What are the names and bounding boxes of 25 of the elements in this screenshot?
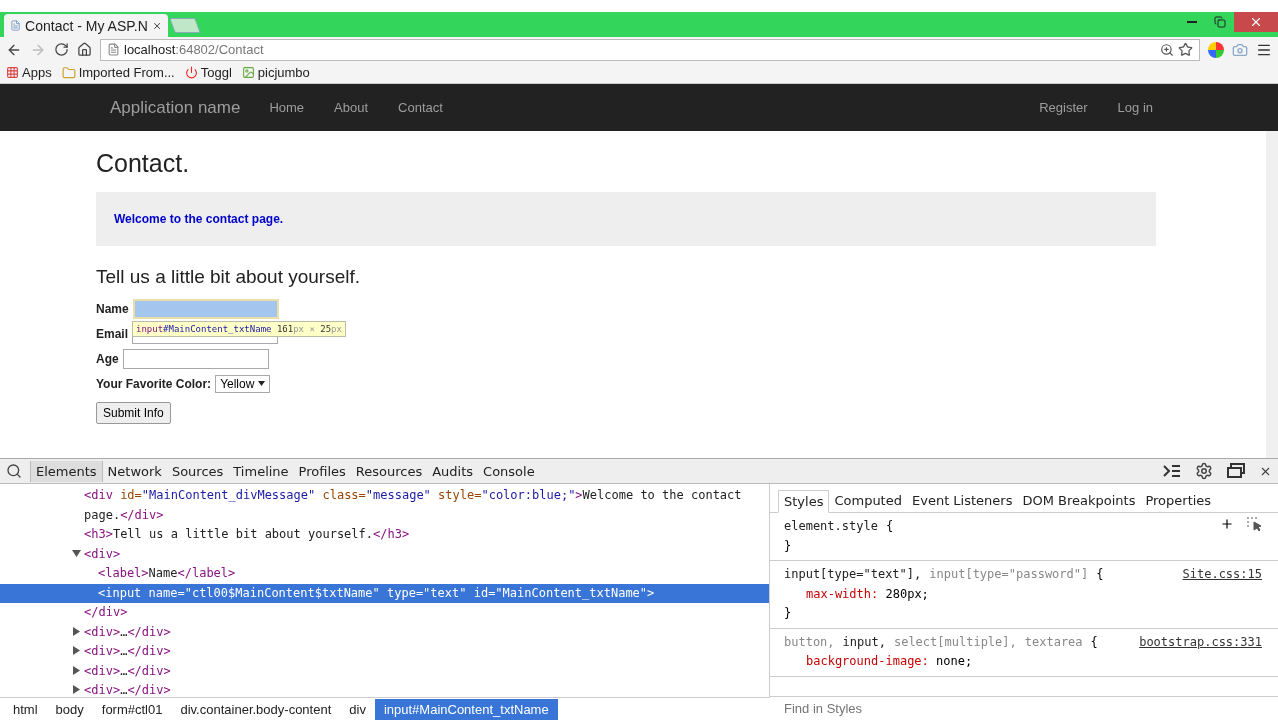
tab-title: Contact - My ASP.N [25,17,148,34]
element-tooltip: input#MainContent_txtName 161px × 25px [132,321,346,337]
rule-selector: input[type="text"], [784,566,922,583]
field-label: Your Favorite Color: [96,376,212,391]
closing-brace: } [784,605,793,622]
rule-selector: select[multiple], [893,633,1017,651]
open-brace: { [885,518,894,535]
url-host: localhost [124,42,176,57]
field-label: Email [96,326,128,341]
field-label: Age [96,351,119,366]
message-panel: Welcome to the contact page. [96,192,1156,246]
rule-selector: element.style [784,518,878,535]
rule-selector: textarea [1024,633,1083,651]
rule-selector: button, [784,633,835,651]
url-path: :64802/Contact [175,42,264,57]
closing-brace: } [784,537,793,555]
field-label: Name [96,301,129,316]
open-brace: { [1096,566,1104,583]
rule-selector: input, [842,633,886,651]
rule-selector: input[type="password"] [929,566,1089,583]
page-heading: Contact. [96,149,191,178]
section-heading: Tell us a little bit about yourself. [96,266,362,288]
style-declaration: background-image: none; [805,653,974,670]
style-declaration: max-width: 280px; [805,585,930,603]
open-brace: { [1090,633,1098,651]
